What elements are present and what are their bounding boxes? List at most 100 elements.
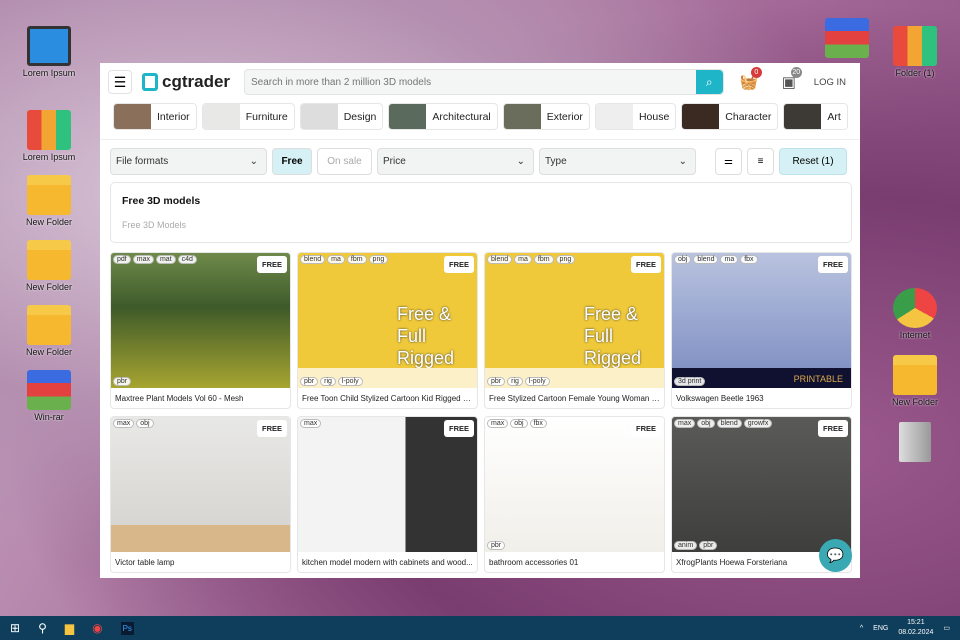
- model-title[interactable]: kitchen model modern with cabinets and w…: [298, 552, 477, 572]
- model-thumbnail[interactable]: max FREE: [298, 417, 477, 552]
- model-thumbnail[interactable]: max obj fbx pbr FREE: [485, 417, 664, 552]
- format-tag: max: [132, 255, 154, 264]
- price-dropdown[interactable]: Price ⌄: [377, 147, 534, 175]
- feature-tags: 3d print: [674, 377, 706, 386]
- model-card[interactable]: Free & Full Rigged blend ma fbm png pbr rig l…: [484, 252, 665, 409]
- format-tag: ma: [514, 255, 532, 264]
- category-thumbnail: [682, 104, 720, 129]
- chat-button[interactable]: 💬: [819, 539, 852, 572]
- model-thumbnail[interactable]: Free & Full Rigged blend ma fbm png pbr rig l…: [298, 253, 477, 388]
- language-indicator[interactable]: ENG: [873, 625, 888, 632]
- winrar-icon: [27, 370, 71, 410]
- sort-icon: ≡: [757, 155, 764, 167]
- format-tag: obj: [697, 419, 715, 428]
- search-button[interactable]: ⌕: [695, 70, 723, 94]
- start-icon[interactable]: ⊞: [10, 621, 20, 635]
- format-tag: mat: [155, 255, 176, 264]
- system-tray: ^ ENG 15:21 08.02.2024 ▭: [860, 618, 950, 638]
- free-badge: FREE: [256, 420, 287, 437]
- category-house[interactable]: House: [594, 103, 677, 130]
- free-badge: FREE: [256, 256, 287, 273]
- category-furniture[interactable]: Furniture: [201, 103, 295, 130]
- folder-icon: [27, 240, 71, 280]
- format-tags: max obj fbx: [487, 419, 547, 428]
- desktop-icon[interactable]: New Folder: [14, 240, 84, 292]
- desktop-icon[interactable]: Win-rar: [14, 370, 84, 422]
- model-title[interactable]: Maxtree Plant Models Vol 60 - Mesh: [111, 388, 290, 408]
- model-card[interactable]: Free & Full Rigged blend ma fbm png pbr rig l…: [297, 252, 478, 409]
- login-link[interactable]: LOG IN: [814, 77, 846, 88]
- category-architectural[interactable]: Architectural: [388, 103, 498, 130]
- recycle-bin[interactable]: [880, 422, 950, 464]
- category-character[interactable]: Character: [681, 103, 779, 130]
- format-tag: max: [113, 419, 135, 428]
- search-icon[interactable]: ⚲: [38, 621, 47, 635]
- feature-tag: anim: [674, 541, 698, 550]
- category-label: Exterior: [546, 110, 583, 123]
- menu-button[interactable]: ☰: [108, 70, 132, 94]
- desktop-icon[interactable]: New Folder: [880, 355, 950, 407]
- model-thumbnail[interactable]: pdf max mat c4d pbr FREE: [111, 253, 290, 388]
- filter-bar: File formats ⌄ Free On sale Price ⌄ Type ⌄ …: [100, 140, 860, 182]
- category-thumbnail: [300, 104, 338, 129]
- type-dropdown[interactable]: Type ⌄: [539, 147, 696, 175]
- folder-icon: [893, 355, 937, 395]
- category-interior[interactable]: Interior: [113, 103, 197, 130]
- settings-button[interactable]: ⚌: [715, 147, 742, 175]
- format-tag: obj: [510, 419, 528, 428]
- format-tag: fbm: [533, 255, 554, 264]
- clock[interactable]: 15:21 08.02.2024: [898, 618, 933, 638]
- browser-window: ☰ cgtrader ⌕ 🧺0 ▣20 LOG IN Interior Furni…: [100, 63, 860, 578]
- downloads-button[interactable]: ▣ 20: [774, 67, 804, 91]
- model-card[interactable]: max obj fbx pbr FREE bathroom accessories …: [484, 416, 665, 573]
- image-overlay-text: PRINTABLE: [793, 374, 843, 384]
- feature-tag: 3d print: [674, 377, 706, 386]
- category-thumbnail: [503, 104, 541, 129]
- model-title[interactable]: Volkswagen Beetle 1963: [672, 388, 851, 408]
- chevron-up-icon[interactable]: ^: [860, 625, 863, 632]
- desktop-icon[interactable]: Lorem Ipsum: [14, 110, 84, 162]
- model-thumbnail[interactable]: max obj FREE: [111, 417, 290, 552]
- trash-icon: [899, 422, 931, 462]
- model-card[interactable]: PRINTABLE obj blend ma fbx 3d print FREE Vo…: [671, 252, 852, 409]
- model-thumbnail[interactable]: max obj blend growfx anim pbr FREE: [672, 417, 851, 552]
- category-design[interactable]: Design: [299, 103, 384, 130]
- photoshop-icon[interactable]: Ps: [120, 621, 134, 635]
- cart-button[interactable]: 🧺 0: [734, 67, 764, 91]
- model-title[interactable]: Free Toon Child Stylized Cartoon Kid Rig…: [298, 388, 477, 408]
- model-title[interactable]: bathroom accessories 01: [485, 552, 664, 572]
- format-tag: blend: [693, 255, 719, 264]
- image-overlay-text: Free & Full Rigged: [584, 304, 642, 368]
- desktop-icon[interactable]: Folder (1): [880, 26, 950, 78]
- category-art[interactable]: Art: [783, 103, 848, 130]
- model-card[interactable]: pdf max mat c4d pbr FREE Maxtree Plant Mode…: [110, 252, 291, 409]
- type-label: Type: [545, 155, 567, 167]
- model-card[interactable]: max FREE kitchen model modern with cabin…: [297, 416, 478, 573]
- desktop-icon[interactable]: Lorem Ipsum: [14, 26, 84, 78]
- category-exterior[interactable]: Exterior: [502, 103, 590, 130]
- category-label: Design: [343, 110, 377, 123]
- free-filter-button[interactable]: Free: [272, 147, 312, 175]
- format-tag: max: [674, 419, 696, 428]
- model-thumbnail[interactable]: Free & Full Rigged blend ma fbm png pbr rig l…: [485, 253, 664, 388]
- model-thumbnail[interactable]: PRINTABLE obj blend ma fbx 3d print FREE: [672, 253, 851, 388]
- desktop-icon[interactable]: New Folder: [14, 175, 84, 227]
- sort-button[interactable]: ≡: [747, 147, 774, 175]
- chrome-icon: [893, 288, 937, 328]
- on-sale-filter-button[interactable]: On sale: [317, 147, 372, 175]
- model-title[interactable]: Free Stylized Cartoon Female Young Woman…: [485, 388, 664, 408]
- format-tag: fbm: [346, 255, 367, 264]
- desktop-icon[interactable]: Internet: [880, 288, 950, 340]
- file-formats-dropdown[interactable]: File formats ⌄: [110, 147, 267, 175]
- chrome-icon[interactable]: ◉: [92, 621, 102, 635]
- file-explorer-icon[interactable]: ▆: [65, 621, 74, 635]
- notification-icon[interactable]: ▭: [943, 624, 950, 632]
- model-title[interactable]: Victor table lamp: [111, 552, 290, 572]
- reset-button[interactable]: Reset (1): [779, 147, 847, 175]
- model-card[interactable]: max obj FREE Victor table lamp: [110, 416, 291, 573]
- desktop-icon[interactable]: [812, 18, 882, 60]
- format-tag: growfx: [743, 419, 773, 428]
- logo[interactable]: cgtrader: [142, 72, 234, 92]
- search-input[interactable]: [245, 70, 696, 94]
- desktop-icon[interactable]: New Folder: [14, 305, 84, 357]
